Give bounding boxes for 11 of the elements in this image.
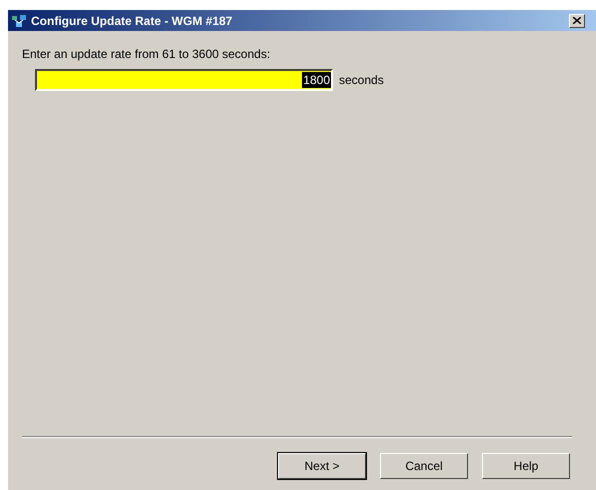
window-title: Configure Update Rate - WGM #187 <box>31 14 234 28</box>
prompt-label: Enter an update rate from 61 to 3600 seconds: <box>22 47 272 61</box>
unit-label: seconds <box>339 73 384 87</box>
dialog-button[interactable]: Next > <box>278 453 366 479</box>
close-button[interactable] <box>569 14 585 28</box>
rate-input-field[interactable]: 1800 <box>35 69 333 91</box>
network-icon <box>11 14 27 28</box>
dialog-button[interactable]: Help <box>482 453 570 479</box>
rate-value: 1800 <box>302 72 331 88</box>
close-icon <box>573 17 581 24</box>
dialog-button[interactable]: Cancel <box>380 453 468 479</box>
